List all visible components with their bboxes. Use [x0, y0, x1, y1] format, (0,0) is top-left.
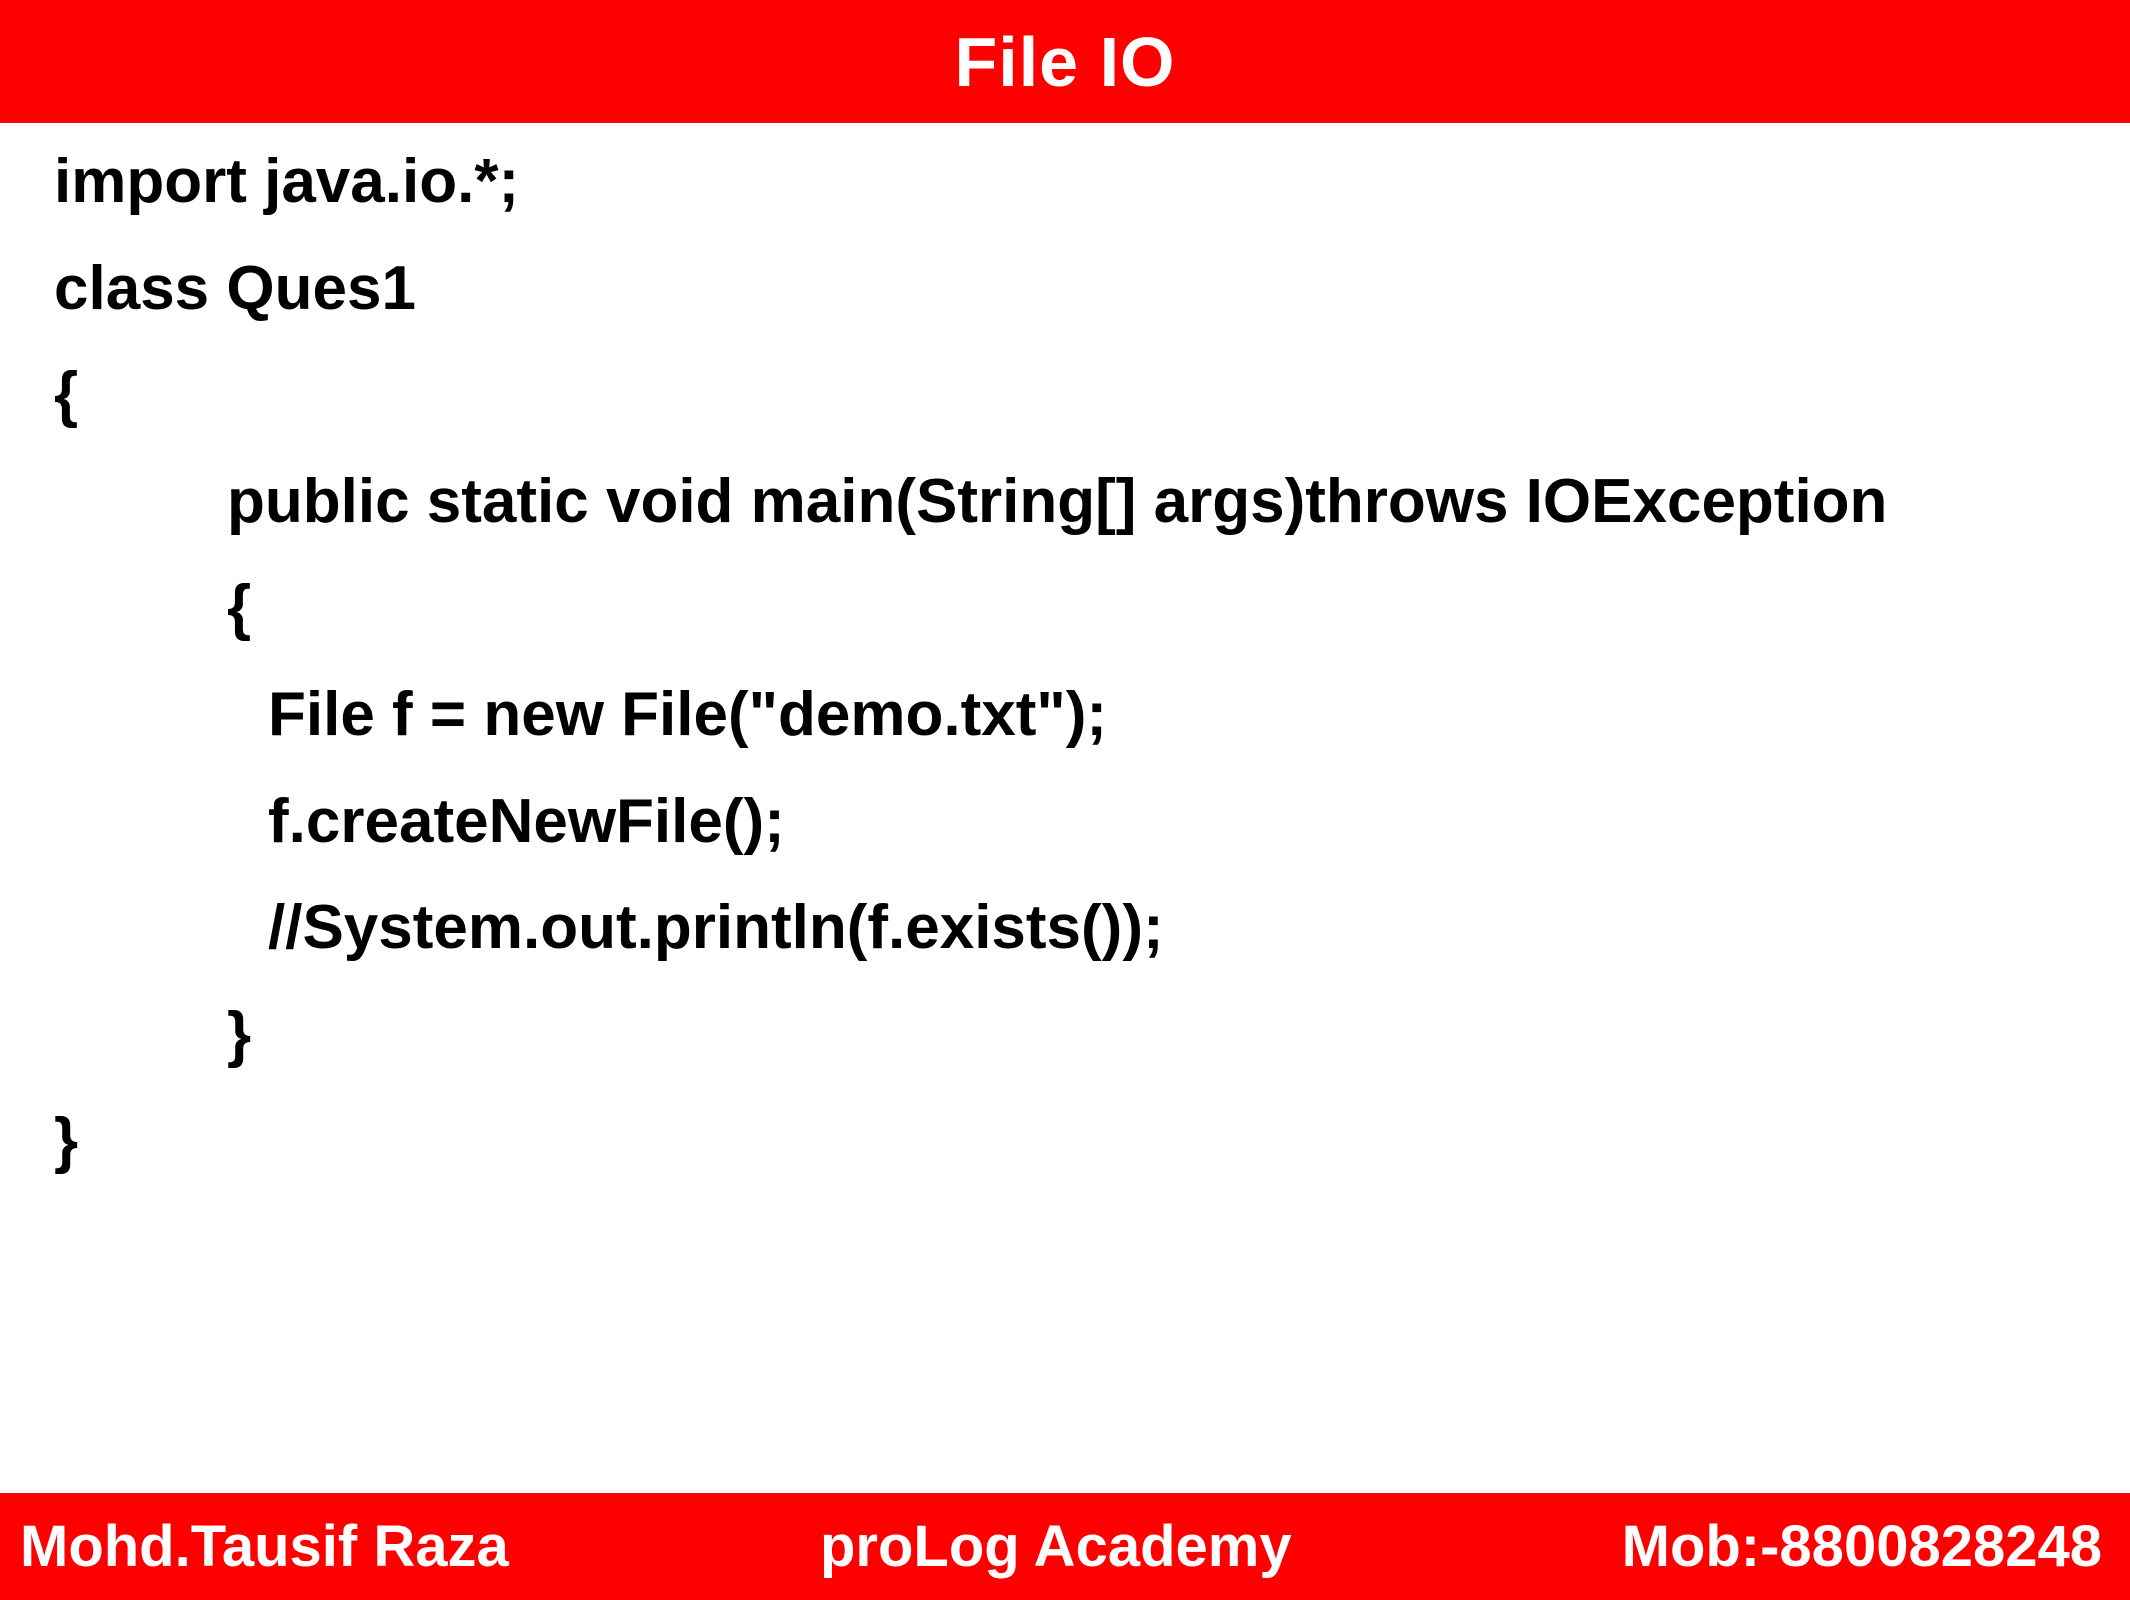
header-bar: File IO — [0, 0, 2130, 123]
footer-academy: proLog Academy — [820, 1514, 1292, 1579]
code-line-method-open-brace: { — [227, 573, 252, 643]
slide-title: File IO — [954, 22, 1176, 101]
footer-mobile: Mob:-8800828248 — [1621, 1514, 2102, 1579]
code-line-main-signature: public static void main(String[] args)th… — [227, 466, 1888, 536]
slide: File IO import java.io.*; class Ques1 { … — [0, 0, 2130, 1600]
code-line-import: import java.io.*; — [54, 147, 520, 216]
code-line-comment-exists: //System.out.println(f.exists()); — [268, 893, 1164, 963]
code-line-class-close-brace: } — [54, 1106, 79, 1176]
footer-bar: Mohd.Tausif Raza proLog Academy Mob:-880… — [0, 1493, 2130, 1600]
code-line-method-close-brace: } — [227, 999, 252, 1069]
code-line-file-declaration: File f = new File("demo.txt"); — [268, 679, 1108, 749]
code-line-create-new-file: f.createNewFile(); — [268, 786, 785, 856]
code-line-class-declaration: class Ques1 — [54, 253, 416, 323]
code-block: import java.io.*; class Ques1 { public s… — [54, 142, 2094, 1208]
footer-author: Mohd.Tausif Raza — [20, 1514, 509, 1579]
code-line-class-open-brace: { — [54, 360, 79, 430]
